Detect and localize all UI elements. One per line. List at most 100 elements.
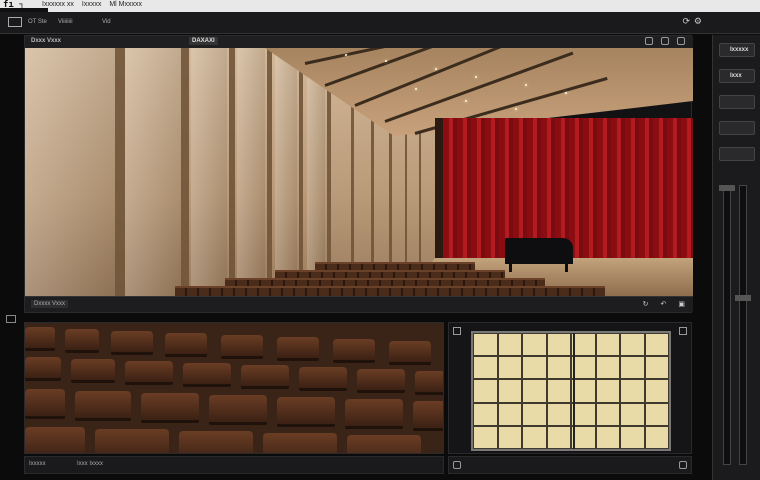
slider-handle[interactable]	[719, 185, 735, 191]
grid-canvas[interactable]	[471, 331, 671, 451]
grid-cell[interactable]	[620, 333, 645, 357]
grid-cell[interactable]	[546, 356, 571, 380]
wall-pillar	[115, 48, 125, 296]
seat	[141, 393, 199, 423]
grid-cell[interactable]	[644, 425, 669, 449]
grid-cell[interactable]	[644, 402, 669, 426]
seat	[25, 389, 65, 419]
grid-cell[interactable]	[497, 356, 522, 380]
grid-cell[interactable]	[522, 425, 547, 449]
vertical-slider[interactable]	[739, 185, 747, 465]
grid-cell[interactable]	[546, 425, 571, 449]
seat	[65, 329, 99, 353]
piano-leg	[509, 262, 512, 272]
grid-cell[interactable]	[497, 425, 522, 449]
refresh-icon[interactable]: ⟳	[682, 17, 690, 27]
menu-item-1[interactable]: Ixxxxxx xx	[42, 1, 74, 8]
grid-cell[interactable]	[644, 379, 669, 403]
grid-cell[interactable]	[644, 333, 669, 357]
grid-cell[interactable]	[546, 379, 571, 403]
gear-icon[interactable]: ⚙	[694, 17, 702, 27]
seat	[413, 401, 443, 431]
lock-icon[interactable]	[679, 461, 687, 469]
settings-icon[interactable]	[661, 37, 669, 45]
grid-cell[interactable]	[497, 333, 522, 357]
grid-cell[interactable]	[522, 356, 547, 380]
ceiling-light	[475, 76, 477, 78]
ceiling-light	[465, 100, 467, 102]
grid-cell[interactable]	[473, 356, 498, 380]
viewer-footer: Dxxxx Vxxx ↻ ↶ ▣	[25, 296, 693, 312]
lock-icon[interactable]: ▣	[678, 300, 685, 308]
seat	[277, 337, 319, 361]
seat	[241, 365, 289, 389]
vertical-slider[interactable]	[723, 185, 731, 465]
menu-item-3[interactable]: Ml Mxxxxx	[109, 1, 142, 8]
grid-cell[interactable]	[522, 333, 547, 357]
viewer-header-icons	[645, 37, 685, 45]
sidebar-button-4[interactable]	[719, 121, 755, 135]
grid-cell[interactable]	[595, 425, 620, 449]
grid-cell[interactable]	[620, 402, 645, 426]
seat	[209, 395, 267, 425]
lock-icon[interactable]	[453, 461, 461, 469]
viewer-header: Dxxx Vxxx DAXAXI	[25, 36, 693, 48]
grid-cell[interactable]	[620, 379, 645, 403]
grid-cell[interactable]	[620, 356, 645, 380]
viewer-footer-label: Dxxxx Vxxx	[31, 300, 69, 308]
seat	[179, 431, 253, 453]
grid-cell[interactable]	[473, 425, 498, 449]
ceiling-light	[435, 68, 437, 70]
wall-pillar	[267, 48, 272, 296]
grid-cell[interactable]	[595, 402, 620, 426]
grid-cell[interactable]	[522, 379, 547, 403]
grid-cell[interactable]	[497, 402, 522, 426]
grid-cell[interactable]	[546, 402, 571, 426]
wall-panel	[191, 48, 227, 296]
sidebar-button-2[interactable]: Ixxx	[719, 69, 755, 83]
panel-corner-icon[interactable]	[453, 327, 461, 335]
toolbar: OT Ste Viiiiiiii Vid ⟳ ⚙	[0, 12, 760, 34]
menu-bar: fı ┐ Ixxxxxx xx Ixxxxx Ml Mxxxxx	[0, 0, 760, 12]
rotate-icon[interactable]: ↻	[643, 300, 649, 308]
wall-panel	[237, 48, 265, 296]
file-icon[interactable]	[8, 17, 22, 27]
sidebar-button-1[interactable]: Ixxxxx	[719, 43, 755, 57]
seat	[277, 397, 335, 427]
viewer-title: Dxxx Vxxx	[31, 38, 62, 44]
seat	[111, 331, 153, 355]
seat	[71, 359, 115, 383]
grid-cell[interactable]	[546, 333, 571, 357]
camera-icon[interactable]	[645, 37, 653, 45]
toolbar-tab-3[interactable]: Vid	[102, 19, 111, 25]
sidebar-button-5[interactable]	[719, 147, 755, 161]
grid-panel-footer	[448, 456, 692, 474]
panel-corner-icon[interactable]	[679, 327, 687, 335]
wall-pillar	[299, 48, 303, 296]
grand-piano	[505, 238, 573, 264]
grid-cell[interactable]	[595, 333, 620, 357]
panel-icon[interactable]	[6, 315, 16, 323]
toolbar-tab-1[interactable]: OT Ste	[28, 19, 47, 25]
grid-cell[interactable]	[620, 425, 645, 449]
grid-cell[interactable]	[497, 379, 522, 403]
grid-cell[interactable]	[644, 356, 669, 380]
viewer-badge[interactable]: DAXAXI	[189, 37, 218, 45]
auditorium-view	[25, 48, 693, 296]
slider-handle[interactable]	[735, 295, 751, 301]
grid-cell[interactable]	[473, 379, 498, 403]
toolbar-tab-2[interactable]: Viiiiiiii	[58, 19, 73, 25]
grid-cell[interactable]	[522, 402, 547, 426]
grid-cell[interactable]	[595, 379, 620, 403]
ceiling-light	[525, 84, 527, 86]
back-icon[interactable]: ↶	[661, 300, 667, 308]
seat	[183, 363, 231, 387]
seat	[75, 391, 131, 421]
grid-cell[interactable]	[595, 356, 620, 380]
sidebar-button-3[interactable]	[719, 95, 755, 109]
grid-cell[interactable]	[473, 402, 498, 426]
menu-item-2[interactable]: Ixxxxx	[82, 1, 101, 8]
expand-icon[interactable]	[677, 37, 685, 45]
grid-cell[interactable]	[473, 333, 498, 357]
seat	[299, 367, 347, 391]
